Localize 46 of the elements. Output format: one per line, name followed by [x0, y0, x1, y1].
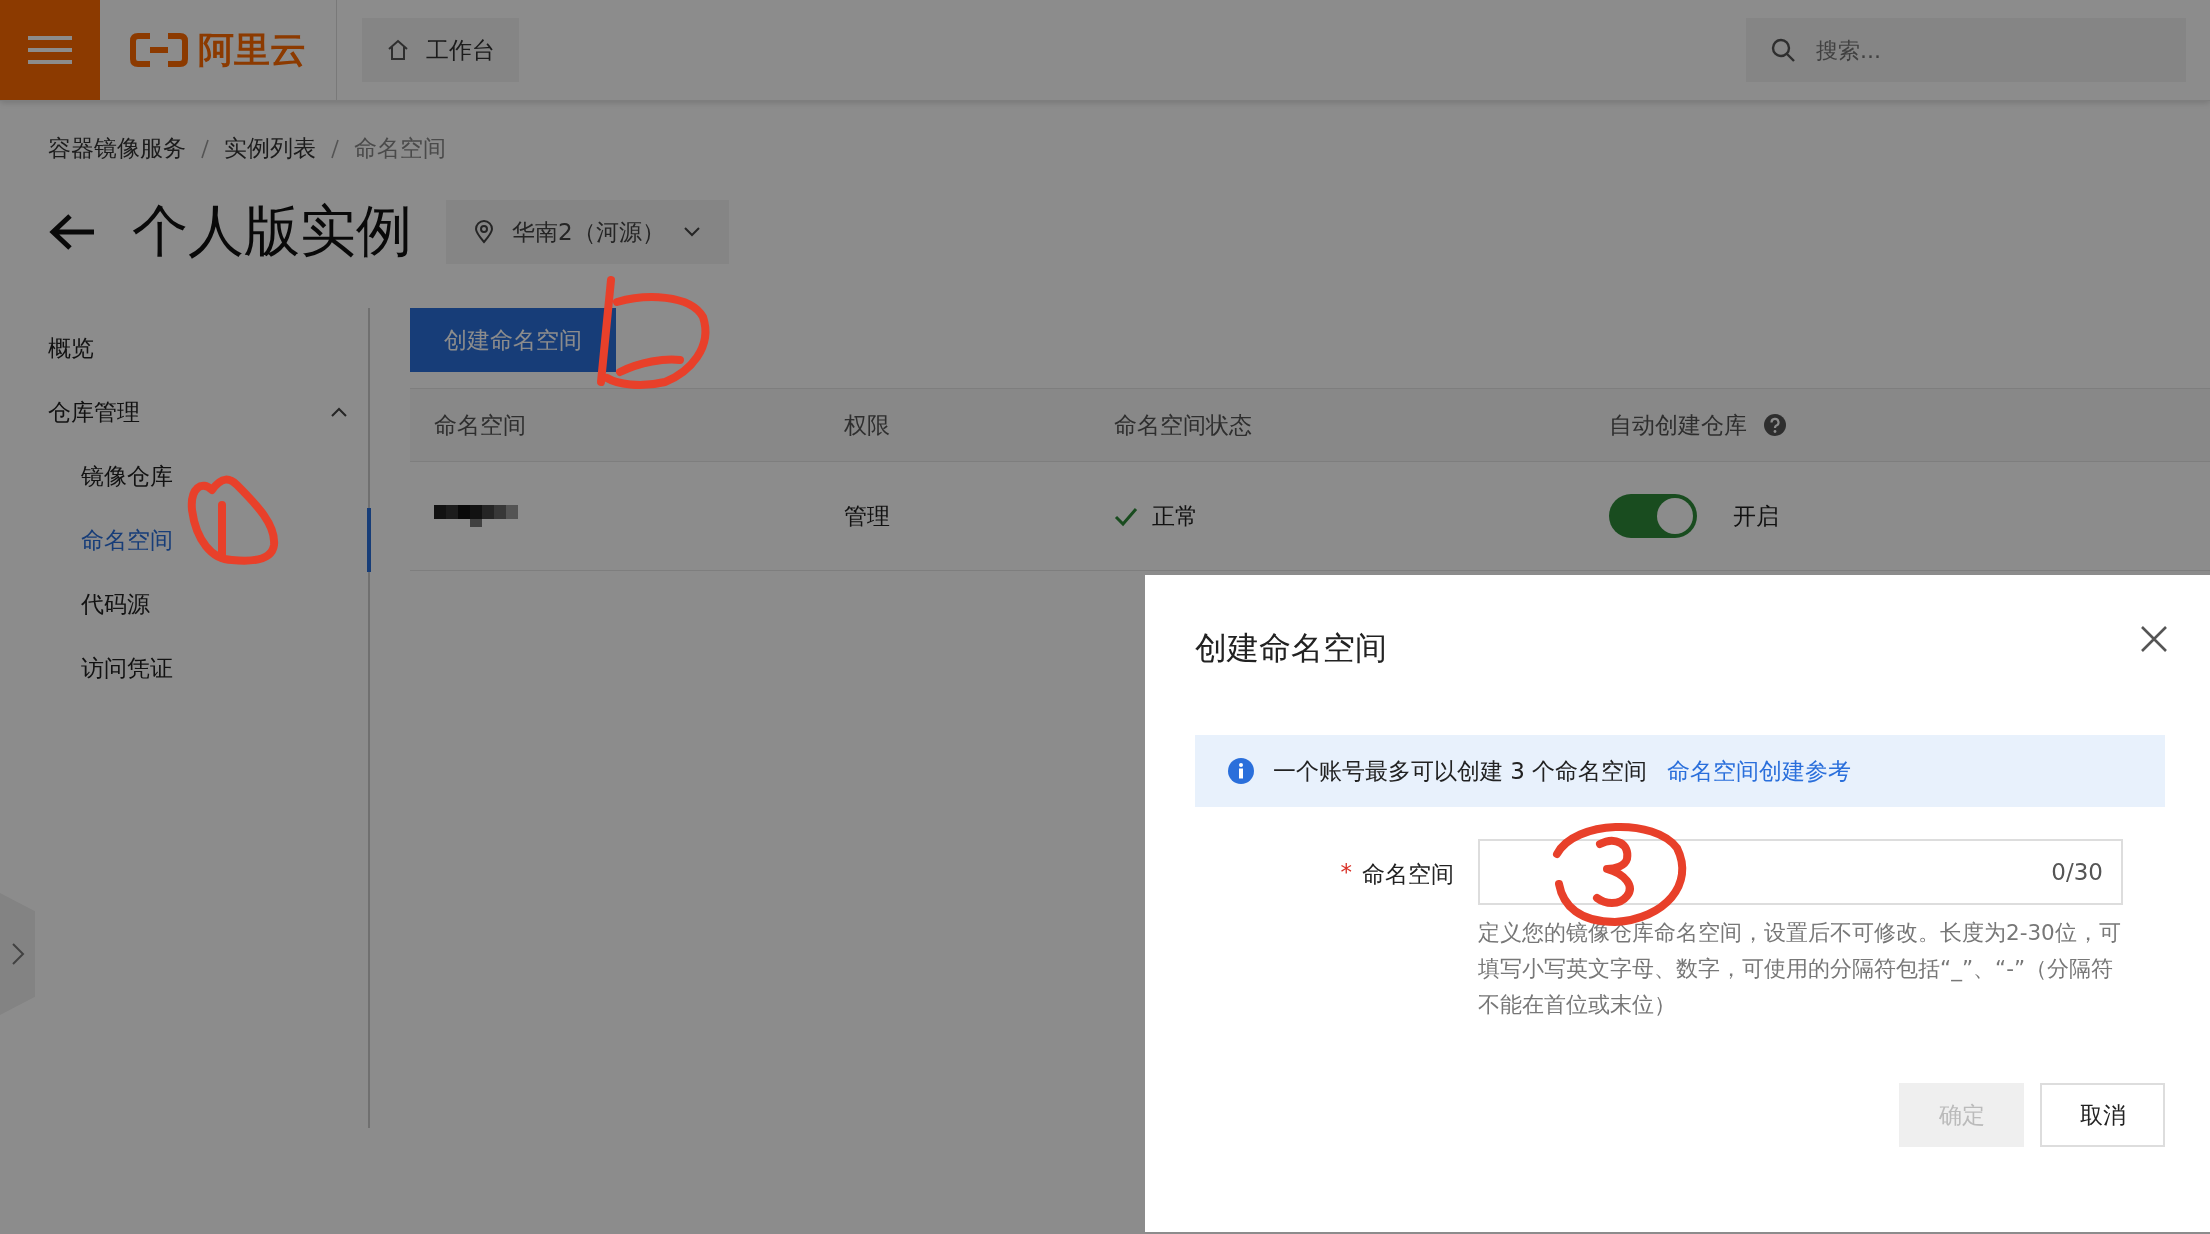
breadcrumb-link[interactable]: 实例列表: [224, 133, 316, 164]
logo-text: 阿里云: [198, 27, 306, 72]
cancel-button[interactable]: 取消: [2040, 1083, 2165, 1147]
help-link[interactable]: 命名空间创建参考: [1667, 755, 1852, 787]
sidebar-item[interactable]: 仓库管理: [48, 380, 368, 444]
region-dropdown[interactable]: 华南2（河源）: [446, 200, 729, 264]
sidebar-item[interactable]: 命名空间: [48, 508, 368, 572]
character-counter: 0/30: [2051, 859, 2103, 885]
column-header: 命名空间状态: [1114, 410, 1252, 440]
help-icon[interactable]: [1763, 413, 1787, 437]
dialog-title: 创建命名空间: [1195, 628, 1387, 669]
search-icon: [1770, 37, 1796, 63]
toggle-label: 开启: [1733, 501, 1779, 531]
status-text: 正常: [1152, 501, 1198, 531]
back-arrow-icon[interactable]: [48, 212, 96, 252]
sidebar-item[interactable]: 镜像仓库: [48, 444, 368, 508]
workbench-button[interactable]: 工作台: [362, 18, 519, 82]
required-mark: *: [1340, 859, 1352, 885]
chevron-right-icon: [10, 942, 25, 966]
chevron-up-icon: [330, 406, 348, 418]
chevron-down-icon: [682, 226, 701, 238]
column-header: 自动创建仓库: [1609, 410, 1747, 440]
breadcrumb-link[interactable]: 容器镜像服务: [48, 133, 186, 164]
page-title: 个人版实例: [132, 197, 412, 265]
search-field[interactable]: 搜索...: [1746, 18, 2186, 82]
close-icon[interactable]: [2140, 625, 2168, 653]
column-header: 权限: [844, 410, 890, 440]
sidebar-item[interactable]: 概览: [48, 316, 368, 380]
info-text: 一个账号最多可以创建 3 个命名空间: [1273, 756, 1648, 786]
menu-button[interactable]: [0, 0, 100, 100]
create-namespace-button[interactable]: 创建命名空间: [410, 308, 616, 372]
breadcrumb-link[interactable]: 命名空间: [354, 133, 446, 164]
table-cell-text: 管理: [843, 501, 891, 531]
location-icon: [474, 220, 494, 244]
separator-icon: [330, 137, 340, 160]
separator-icon: [200, 137, 210, 160]
field-label: 命名空间: [1362, 860, 1454, 889]
sidebar-item[interactable]: 访问凭证: [48, 636, 368, 700]
input-field[interactable]: 0/30: [1478, 839, 2123, 905]
menu-icon: [28, 34, 72, 66]
toggle-switch[interactable]: [1609, 494, 1697, 538]
home-icon: [386, 38, 410, 62]
logo-icon: [130, 33, 188, 67]
info-icon: [1227, 757, 1255, 785]
sidebar-item[interactable]: 代码源: [48, 572, 368, 636]
column-header: 命名空间: [434, 410, 526, 440]
